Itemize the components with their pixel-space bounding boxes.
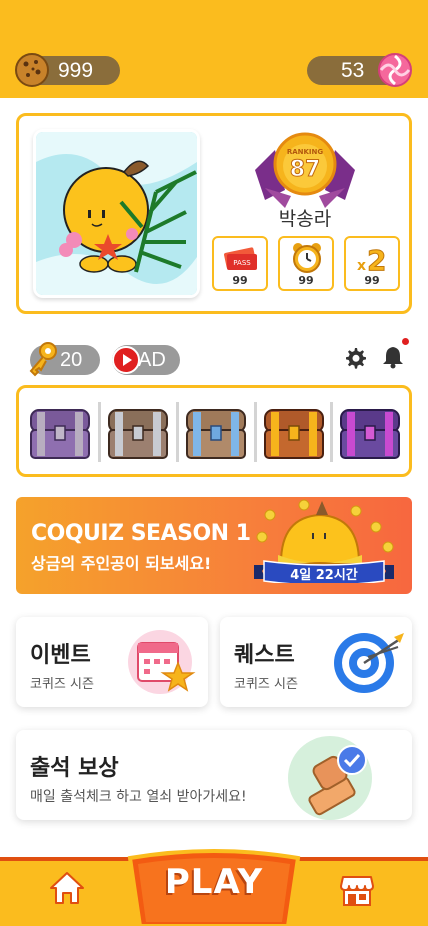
keys-count: 20 <box>60 348 83 371</box>
double-booster-count: 99 <box>364 274 380 287</box>
alarm-clock-slot[interactable]: 99 <box>278 236 334 291</box>
chest-divider <box>330 402 333 462</box>
chest-slots <box>16 385 412 477</box>
purple-chest-icon[interactable] <box>27 402 93 462</box>
attendance-card[interactable]: 출석 보상 매일 출석체크 하고 열쇠 받아가세요! <box>16 730 412 820</box>
svg-text:PASS: PASS <box>233 259 251 267</box>
blue-chest-icon[interactable] <box>183 402 249 462</box>
ranking-value: 87 <box>290 157 321 182</box>
bell-icon[interactable] <box>382 345 404 369</box>
ad-label: AD <box>138 348 166 371</box>
double-x2-icon: x 2 <box>357 244 387 275</box>
avatar-image <box>36 132 197 295</box>
ranking-label: RANKING <box>287 148 324 156</box>
candy-count: 53 <box>341 58 365 82</box>
cookie-coin-icon <box>15 53 49 87</box>
key-icon <box>29 342 57 377</box>
quest-card[interactable]: 퀘스트 코퀴즈 시즌 <box>220 617 412 707</box>
play-label: PLAY <box>164 862 264 902</box>
stamp-check-icon <box>288 736 372 820</box>
event-subtitle: 코퀴즈 시즌 <box>30 677 94 692</box>
candy-balance[interactable]: 53 <box>307 53 412 87</box>
attendance-title: 출석 보상 <box>30 756 119 781</box>
quest-title: 퀘스트 <box>234 643 295 668</box>
season-banner[interactable]: COQUIZ SEASON 1 상금의 주인공이 되보세요! 4일 22시간 <box>16 497 412 594</box>
pass-ticket-icon: PASS <box>224 247 257 270</box>
gray-chest-icon[interactable] <box>105 402 171 462</box>
chest-divider <box>98 402 101 462</box>
player-name: 박송라 <box>278 208 332 230</box>
alarm-clock-icon <box>293 243 321 273</box>
attendance-subtitle: 매일 출석체크 하고 열쇠 받아가세요! <box>30 789 247 805</box>
pass-ticket-count: 99 <box>232 274 248 287</box>
chest-divider <box>254 402 257 462</box>
double-booster-slot[interactable]: x 2 99 <box>344 236 400 291</box>
alarm-clock-count: 99 <box>298 274 314 287</box>
pass-ticket-slot[interactable]: PASS 99 <box>212 236 268 291</box>
event-card[interactable]: 이벤트 코퀴즈 시즌 <box>16 617 208 707</box>
svg-text:2: 2 <box>367 244 386 274</box>
coin-count: 999 <box>58 58 94 82</box>
ranking-badge: RANKING 87 <box>255 132 355 208</box>
target-arrow-icon <box>334 633 404 693</box>
notification-dot <box>402 338 409 345</box>
orange-chest-icon[interactable] <box>261 402 327 462</box>
quest-subtitle: 코퀴즈 시즌 <box>234 677 298 692</box>
season-timer: 4일 22시간 <box>290 568 358 583</box>
home-icon[interactable] <box>48 870 86 906</box>
keys-balance[interactable]: 20 <box>29 342 100 377</box>
shop-icon[interactable] <box>340 874 374 906</box>
watch-ad-button[interactable]: AD <box>112 345 180 375</box>
gear-icon[interactable] <box>343 346 367 370</box>
coin-balance[interactable]: 999 <box>15 53 120 87</box>
violet-chest-icon[interactable] <box>337 402 403 462</box>
avatar[interactable] <box>33 129 200 298</box>
play-icon <box>112 346 140 374</box>
calendar-star-icon <box>128 630 196 694</box>
event-title: 이벤트 <box>30 643 91 668</box>
lollipop-candy-icon <box>378 53 412 87</box>
chest-divider <box>176 402 179 462</box>
svg-text:x: x <box>357 258 366 274</box>
profile-card: RANKING 87 박송라 PASS 99 99 x 2 99 <box>16 113 412 314</box>
